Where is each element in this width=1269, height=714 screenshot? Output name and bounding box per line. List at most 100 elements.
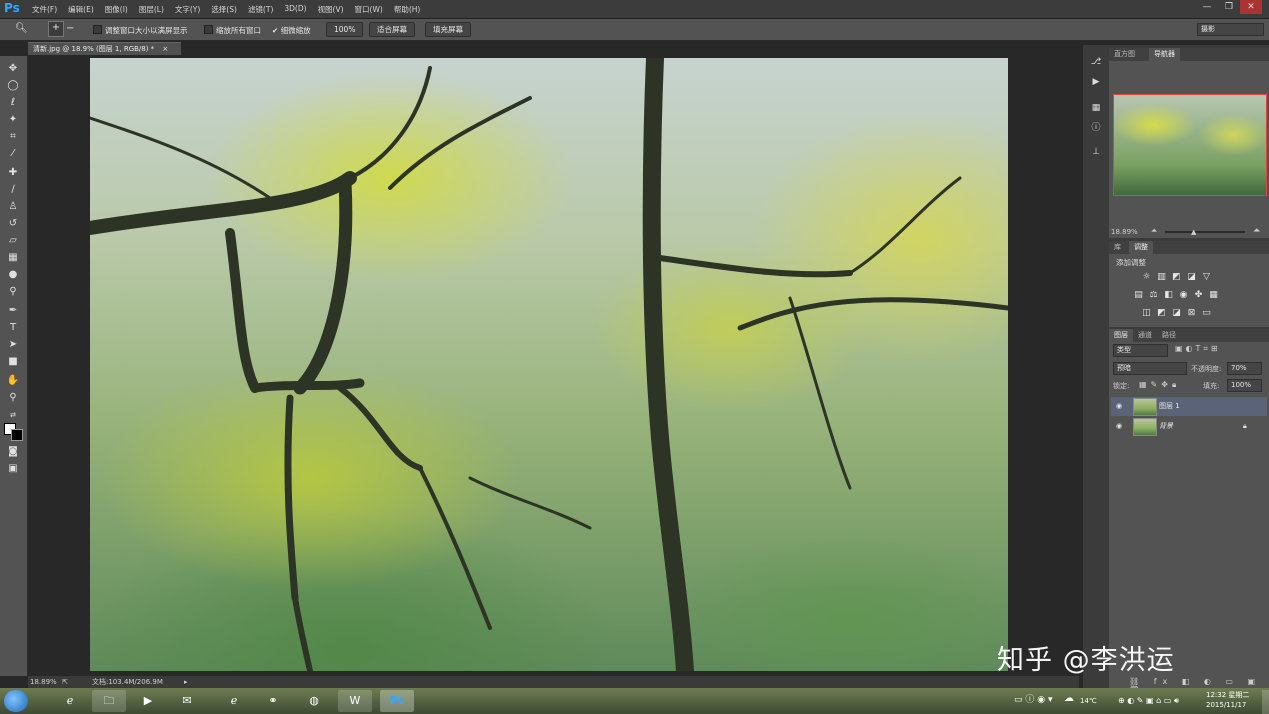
menu-image[interactable]: 图像(I)	[105, 4, 128, 15]
zoom-in-mountain-icon[interactable]: ⏶	[1253, 226, 1260, 236]
layer-name[interactable]: 背景	[1159, 417, 1173, 436]
gradient-map-icon[interactable]: ▭	[1201, 308, 1212, 318]
navigator-slider-thumb-icon[interactable]: ▲	[1191, 228, 1196, 236]
document-tab[interactable]: 清新.jpg @ 18.9% (图层 1, RGB/8) * ×	[28, 42, 181, 55]
workspace-select[interactable]: 摄影	[1197, 23, 1264, 36]
navigator-zoom-slider[interactable]	[1165, 231, 1245, 233]
opacity-field[interactable]: 70%	[1227, 362, 1262, 375]
tab-paths[interactable]: 路径	[1157, 329, 1181, 342]
magic-wand-tool-icon[interactable]: ✦	[6, 113, 20, 127]
marquee-tool-icon[interactable]: ◯	[6, 79, 20, 93]
layer-row[interactable]: ◉ 图层 1	[1111, 397, 1267, 416]
document-close-icon[interactable]: ×	[162, 45, 168, 53]
threshold-icon[interactable]: ◪	[1171, 308, 1182, 318]
photo-filter-icon[interactable]: ◉	[1178, 290, 1189, 300]
brush-tool-icon[interactable]: ∕	[6, 183, 20, 197]
resize-windows-option[interactable]: 调整窗口大小以满屏显示	[93, 25, 188, 36]
channel-mixer-icon[interactable]: ✤	[1193, 290, 1204, 300]
weather-cloud-icon[interactable]: ☁	[1064, 693, 1074, 704]
explorer-taskbar-icon[interactable]: 🗀	[92, 690, 126, 712]
pen-tool-icon[interactable]: ✒	[6, 304, 20, 318]
scrubby-zoom-check-icon[interactable]: ✔	[272, 26, 278, 35]
show-desktop-button[interactable]	[1262, 690, 1269, 714]
visibility-eye-icon[interactable]: ◉	[1116, 417, 1122, 436]
clock-time[interactable]: 12:32 星期二	[1206, 690, 1249, 700]
menu-edit[interactable]: 编辑(E)	[68, 4, 94, 15]
zoom-100-button[interactable]: 100%	[326, 22, 364, 37]
menu-select[interactable]: 选择(S)	[211, 4, 237, 15]
fill-screen-button[interactable]: 填充屏幕	[425, 22, 471, 37]
fit-screen-button[interactable]: 适合屏幕	[369, 22, 415, 37]
zoom-all-checkbox[interactable]	[204, 25, 213, 34]
blend-mode-select[interactable]: 预暗	[1113, 362, 1187, 375]
selective-color-icon[interactable]: ⊠	[1186, 308, 1197, 318]
hue-saturation-icon[interactable]: ▤	[1133, 290, 1144, 300]
weather-temperature[interactable]: 14℃	[1080, 697, 1097, 705]
menu-layer[interactable]: 图层(L)	[139, 4, 164, 15]
color-lookup-icon[interactable]: ▦	[1208, 290, 1219, 300]
dodge-tool-icon[interactable]: ⚲	[6, 285, 20, 299]
swap-colors-icon[interactable]: ⇄	[6, 408, 20, 422]
background-color-swatch[interactable]	[11, 429, 23, 441]
black-white-icon[interactable]: ◧	[1163, 290, 1174, 300]
vibrance-icon[interactable]: ▽	[1201, 272, 1212, 282]
export-icon[interactable]: ⇱	[62, 676, 68, 688]
menu-3d[interactable]: 3D(D)	[284, 4, 306, 15]
tab-histogram[interactable]: 直方图	[1109, 48, 1140, 61]
hand-tool-icon[interactable]: ✋	[6, 374, 20, 388]
gradient-tool-icon[interactable]: ▦	[6, 251, 20, 265]
zoom-out-icon[interactable]: −	[66, 23, 74, 34]
menu-view[interactable]: 视图(V)	[318, 4, 344, 15]
minimize-button[interactable]: —	[1196, 0, 1218, 14]
invert-icon[interactable]: ◫	[1141, 308, 1152, 318]
color-balance-icon[interactable]: ⚖	[1148, 290, 1159, 300]
navigator-zoom-value[interactable]: 18.89%	[1111, 228, 1138, 236]
status-zoom[interactable]: 18.89%	[30, 676, 57, 688]
brightness-contrast-icon[interactable]: ☼	[1141, 272, 1152, 282]
word-taskbar-icon[interactable]: W	[338, 690, 372, 712]
menu-type[interactable]: 文字(Y)	[175, 4, 200, 15]
lasso-tool-icon[interactable]: ℓ	[6, 96, 20, 110]
type-tool-icon[interactable]: T	[6, 321, 20, 335]
clone-stamp-tool-icon[interactable]: ♙	[6, 200, 20, 214]
actions-panel-icon[interactable]: ▶	[1089, 76, 1103, 88]
close-button[interactable]: ✕	[1240, 0, 1262, 14]
clock-date[interactable]: 2015/11/17	[1206, 701, 1246, 709]
blur-tool-icon[interactable]: ●	[6, 268, 20, 282]
document-image[interactable]	[90, 58, 1008, 671]
zoom-out-mountain-icon[interactable]: ⏶	[1151, 226, 1157, 236]
path-selection-tool-icon[interactable]: ➤	[6, 338, 20, 352]
lock-icons[interactable]: ▦✎✥🔒︎	[1139, 380, 1180, 390]
browser-taskbar-icon[interactable]: ℯ	[217, 690, 251, 712]
resize-windows-checkbox[interactable]	[93, 25, 102, 34]
layer-filter-kind[interactable]: 类型	[1113, 344, 1168, 357]
rectangle-tool-icon[interactable]: ■	[6, 355, 20, 369]
navigator-thumbnail[interactable]	[1113, 94, 1267, 196]
media-player-taskbar-icon[interactable]: ▶	[131, 690, 165, 712]
tab-channels[interactable]: 通道	[1133, 329, 1157, 342]
quick-mask-icon[interactable]: ◙	[6, 445, 20, 459]
eyedropper-tool-icon[interactable]: ⁄	[6, 147, 20, 161]
tool-presets-icon[interactable]: ⊥	[1089, 146, 1103, 158]
history-panel-icon[interactable]: ⎇	[1089, 56, 1103, 68]
start-button[interactable]	[4, 690, 28, 712]
photoshop-taskbar-icon[interactable]: Ps	[380, 690, 414, 712]
move-tool-icon[interactable]: ✥	[6, 62, 20, 76]
system-tray-icons[interactable]: ⊕ ◐ ✎ ▣ ⌂ ▭ 🔊︎	[1118, 696, 1179, 706]
zoom-in-icon[interactable]: +	[48, 21, 64, 37]
levels-icon[interactable]: ▥	[1156, 272, 1167, 282]
visibility-eye-icon[interactable]: ◉	[1116, 397, 1122, 416]
menu-window[interactable]: 窗口(W)	[355, 4, 383, 15]
screen-mode-icon[interactable]: ▣	[6, 462, 20, 476]
layer-name[interactable]: 图层 1	[1159, 397, 1180, 416]
restore-button[interactable]: ❐	[1218, 0, 1240, 14]
tab-adjustments[interactable]: 调整	[1129, 241, 1153, 254]
menu-help[interactable]: 帮助(H)	[394, 4, 421, 15]
tab-libraries[interactable]: 库	[1109, 241, 1126, 254]
history-brush-tool-icon[interactable]: ↺	[6, 217, 20, 231]
layer-filter-icons[interactable]: ▣◐T⌗⊞	[1175, 344, 1221, 354]
tab-layers[interactable]: 图层	[1109, 329, 1133, 342]
scrubby-zoom-option[interactable]: ✔ 细微缩放	[272, 25, 311, 36]
layer-row[interactable]: ◉ 背景 🔒︎	[1111, 417, 1267, 436]
ie-taskbar-icon[interactable]: ℯ	[53, 690, 87, 712]
